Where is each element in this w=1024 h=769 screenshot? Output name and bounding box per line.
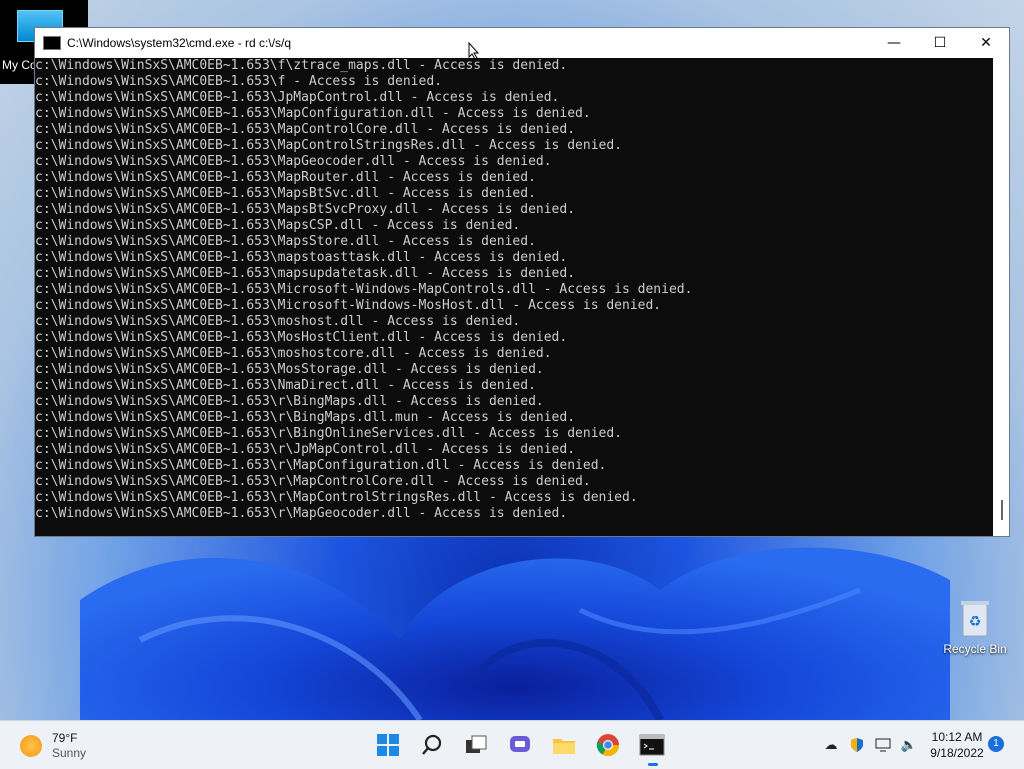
wallpaper-bloom — [80, 547, 950, 720]
console-line: c:\Windows\WinSxS\AMC0EB~1.653\r\MapConf… — [35, 458, 607, 473]
console-output[interactable]: c:\Windows\WinSxS\AMC0EB~1.653\f\ztrace_… — [35, 58, 993, 536]
console-line: c:\Windows\WinSxS\AMC0EB~1.653\r\BingMap… — [35, 410, 576, 425]
maximize-button[interactable]: ☐ — [917, 28, 963, 58]
recycle-bin-icon: ♻ — [961, 601, 989, 637]
clock-time: 10:12 AM — [931, 730, 983, 744]
chrome-button[interactable] — [592, 729, 624, 761]
weather-widget[interactable]: 79°F Sunny — [20, 731, 86, 761]
vertical-scrollbar[interactable] — [993, 58, 1009, 536]
console-line: c:\Windows\WinSxS\AMC0EB~1.653\JpMapCont… — [35, 90, 560, 105]
console-line: c:\Windows\WinSxS\AMC0EB~1.653\MosStorag… — [35, 362, 544, 377]
console-line: c:\Windows\WinSxS\AMC0EB~1.653\MapRouter… — [35, 170, 536, 185]
search-button[interactable] — [416, 729, 448, 761]
console-line: c:\Windows\WinSxS\AMC0EB~1.653\f\ztrace_… — [35, 58, 568, 73]
cmd-window[interactable]: C:\Windows\system32\cmd.exe - rd c:\/s/q… — [34, 27, 1010, 537]
my-computer-label: My Co — [2, 58, 37, 72]
clock[interactable]: 10:12 AM 9/18/2022 — [922, 729, 992, 761]
console-line: c:\Windows\WinSxS\AMC0EB~1.653\MosHostCl… — [35, 330, 568, 345]
volume-icon[interactable]: 🔈 — [898, 735, 920, 755]
console-line: c:\Windows\WinSxS\AMC0EB~1.653\MapsStore… — [35, 234, 536, 249]
console-line: c:\Windows\WinSxS\AMC0EB~1.653\MapsBtSvc… — [35, 186, 536, 201]
console-line: c:\Windows\WinSxS\AMC0EB~1.653\MapGeocod… — [35, 154, 552, 169]
cmd-app-icon — [43, 36, 61, 50]
console-line: c:\Windows\WinSxS\AMC0EB~1.653\r\BingOnl… — [35, 426, 622, 441]
terminal-button[interactable] — [636, 729, 668, 766]
chat-button[interactable] — [504, 729, 536, 761]
console-line: c:\Windows\WinSxS\AMC0EB~1.653\MapContro… — [35, 138, 622, 153]
minimize-button[interactable]: — — [871, 28, 917, 58]
recycle-bin-shortcut[interactable]: ♻ Recycle Bin — [940, 598, 1010, 656]
search-icon — [422, 734, 442, 755]
chrome-icon — [596, 734, 619, 756]
chat-icon — [510, 736, 530, 752]
console-line: c:\Windows\WinSxS\AMC0EB~1.653\r\BingMap… — [35, 394, 544, 409]
window-titlebar[interactable]: C:\Windows\system32\cmd.exe - rd c:\/s/q… — [35, 28, 1009, 58]
sun-icon — [20, 735, 42, 757]
console-line: c:\Windows\WinSxS\AMC0EB~1.653\r\MapCont… — [35, 490, 638, 505]
console-line: c:\Windows\WinSxS\AMC0EB~1.653\Microsoft… — [35, 282, 693, 297]
network-icon[interactable] — [872, 735, 894, 755]
onedrive-icon[interactable]: ☁ — [820, 735, 842, 755]
weather-temp: 79°F — [52, 731, 78, 745]
console-line: c:\Windows\WinSxS\AMC0EB~1.653\r\JpMapCo… — [35, 442, 576, 457]
console-line: c:\Windows\WinSxS\AMC0EB~1.653\r\MapGeoc… — [35, 506, 568, 521]
svg-text:♻: ♻ — [969, 614, 982, 630]
clock-date: 9/18/2022 — [930, 746, 984, 760]
console-line: c:\Windows\WinSxS\AMC0EB~1.653\mapsupdat… — [35, 266, 576, 281]
taskbar: 79°F Sunny ☁ 🔈 10:12 AM 9/18/2022 — [0, 720, 1024, 769]
notification-badge[interactable]: 1 — [988, 736, 1004, 752]
weather-condition: Sunny — [52, 746, 87, 760]
start-icon — [377, 734, 399, 756]
security-icon[interactable] — [846, 735, 868, 755]
console-line: c:\Windows\WinSxS\AMC0EB~1.653\mapstoast… — [35, 250, 568, 265]
console-line: c:\Windows\WinSxS\AMC0EB~1.653\moshostco… — [35, 346, 552, 361]
console-line: c:\Windows\WinSxS\AMC0EB~1.653\f - Acces… — [35, 74, 442, 89]
file-explorer-button[interactable] — [548, 729, 580, 761]
scrollbar-thumb[interactable] — [1001, 500, 1003, 520]
task-view-icon — [466, 735, 487, 753]
console-line: c:\Windows\WinSxS\AMC0EB~1.653\MapsBtSvc… — [35, 202, 576, 217]
console-line: c:\Windows\WinSxS\AMC0EB~1.653\NmaDirect… — [35, 378, 536, 393]
system-tray: ☁ 🔈 — [818, 735, 922, 755]
console-line: c:\Windows\WinSxS\AMC0EB~1.653\moshost.d… — [35, 314, 521, 329]
terminal-icon — [639, 734, 665, 756]
console-line: c:\Windows\WinSxS\AMC0EB~1.653\Microsoft… — [35, 298, 662, 313]
start-button[interactable] — [372, 729, 404, 761]
close-button[interactable]: ✕ — [963, 28, 1009, 58]
task-view-button[interactable] — [460, 729, 492, 761]
console-line: c:\Windows\WinSxS\AMC0EB~1.653\MapContro… — [35, 122, 576, 137]
console-line: c:\Windows\WinSxS\AMC0EB~1.653\MapsCSP.d… — [35, 218, 521, 233]
recycle-bin-label: Recycle Bin — [943, 642, 1007, 656]
file-explorer-icon — [553, 739, 575, 754]
console-line: c:\Windows\WinSxS\AMC0EB~1.653\MapConfig… — [35, 106, 591, 121]
console-line: c:\Windows\WinSxS\AMC0EB~1.653\r\MapCont… — [35, 474, 591, 489]
taskbar-apps — [366, 729, 674, 766]
mouse-cursor-icon — [468, 42, 480, 60]
window-title: C:\Windows\system32\cmd.exe - rd c:\/s/q — [67, 36, 292, 50]
